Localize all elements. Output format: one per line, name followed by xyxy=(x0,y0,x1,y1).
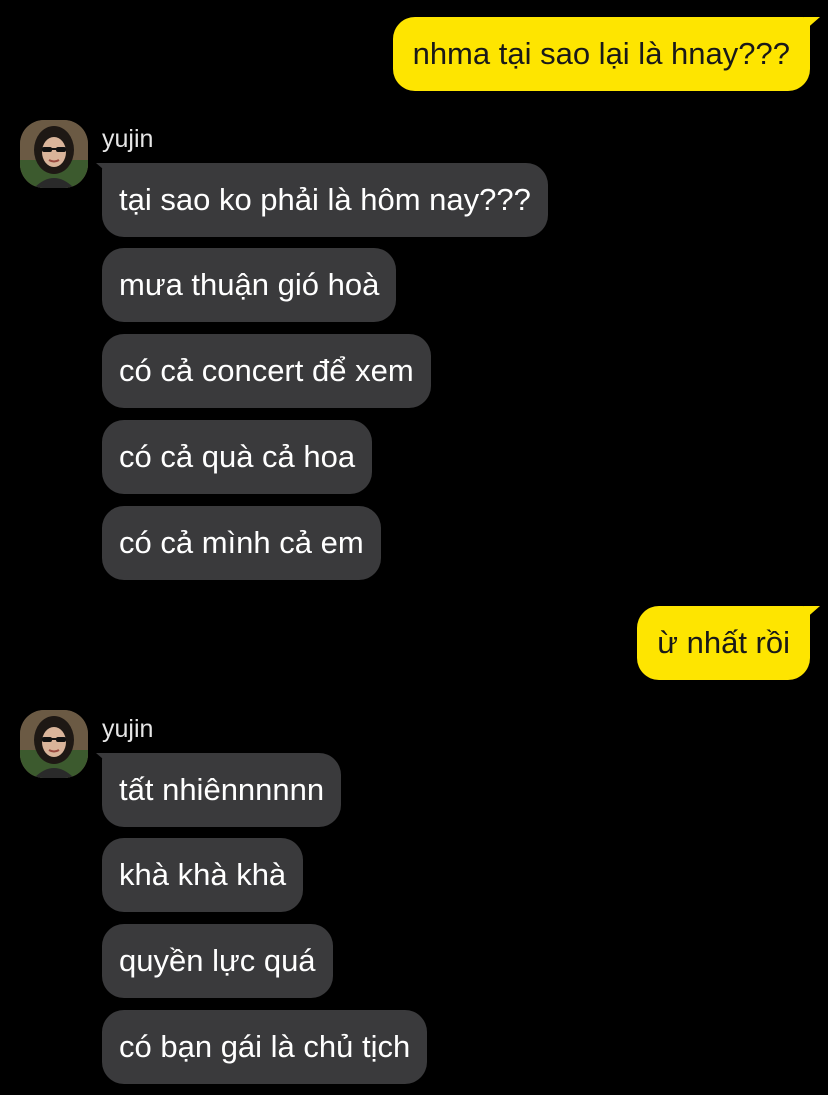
avatar[interactable] xyxy=(20,710,88,778)
incoming-message-bubble[interactable]: mưa thuận gió hoà xyxy=(102,248,397,322)
incoming-message-bubble[interactable]: có cả mình cả em xyxy=(102,506,381,580)
incoming-message-bubble[interactable]: quyền lực quá xyxy=(102,924,333,998)
avatar[interactable] xyxy=(20,120,88,188)
bubble-tail xyxy=(804,17,820,31)
sender-name: yujin xyxy=(102,125,154,153)
bubble-tail xyxy=(804,606,820,620)
incoming-message-bubble[interactable]: tại sao ko phải là hôm nay??? xyxy=(102,163,548,237)
incoming-message-bubble[interactable]: có cả concert để xem xyxy=(102,334,431,408)
outgoing-message-bubble[interactable]: nhma tại sao lại là hnay??? xyxy=(392,17,810,91)
profile-photo-icon xyxy=(20,120,88,188)
incoming-message-bubble[interactable]: khà khà khà xyxy=(102,838,304,912)
incoming-message-bubble[interactable]: tất nhiênnnnnn xyxy=(102,753,342,827)
incoming-message-bubble[interactable]: có bạn gái là chủ tịch xyxy=(102,1010,428,1084)
sender-name: yujin xyxy=(102,715,154,743)
outgoing-message-bubble[interactable]: ừ nhất rồi xyxy=(637,606,810,680)
incoming-message-bubble[interactable]: có cả quà cả hoa xyxy=(102,420,373,494)
chat-view: nhma tại sao lại là hnay??? yujin tại sa… xyxy=(0,0,828,1095)
profile-photo-icon xyxy=(20,710,88,778)
